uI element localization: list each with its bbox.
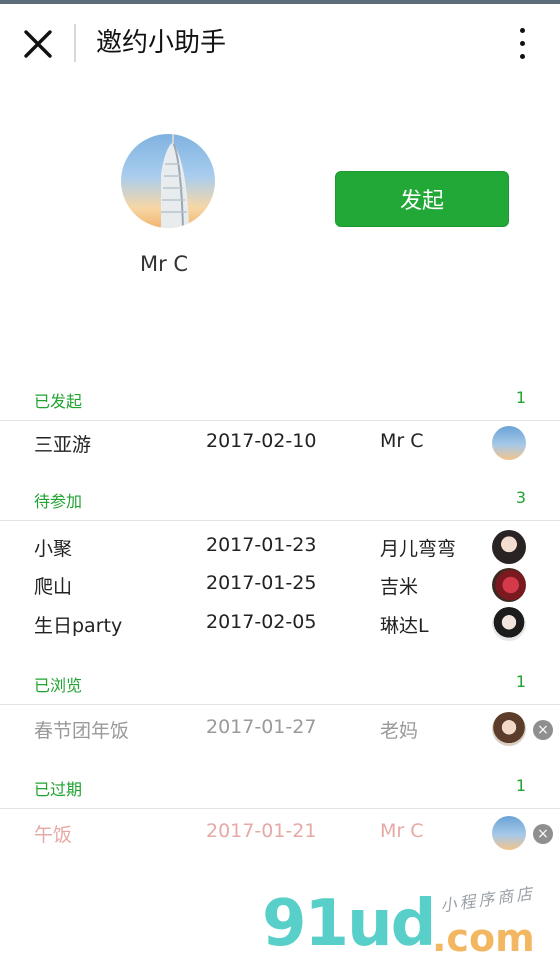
event-user: 琳达L [380,615,429,637]
section-count: 1 [515,672,526,691]
event-name: 爬山 [34,576,73,598]
page-title: 邀约小助手 [96,28,227,58]
nav-divider [74,24,76,62]
user-avatar [492,530,526,564]
event-user: 老妈 [380,720,419,742]
delete-circle-icon[interactable]: × [533,720,553,740]
user-avatar [492,712,526,746]
user-avatar [492,607,526,641]
event-user: 吉米 [380,576,419,598]
event-date: 2017-01-21 [206,820,317,842]
list-item[interactable]: 爬山 2017-01-25 吉米 [0,566,560,604]
event-user: Mr C [380,820,424,842]
section-title: 已浏览 [34,676,83,695]
profile-avatar[interactable] [121,134,215,228]
watermark-brand: 91ud [262,887,436,961]
section-header-viewed: 已浏览 1 [0,664,560,705]
launch-button[interactable]: 发起 [335,171,509,227]
watermark-suffix: .com [432,916,535,960]
section-count: 1 [515,776,526,795]
event-name: 小聚 [34,538,73,560]
section-header-expired: 已过期 1 [0,768,560,809]
event-date: 2017-02-05 [206,611,317,633]
list-item[interactable]: 春节团年饭 2017-01-27 老妈 × [0,710,560,748]
navigation-bar: 邀约小助手 [0,4,560,82]
more-vertical-icon[interactable] [504,22,540,66]
event-name: 三亚游 [34,434,92,456]
event-name: 午饭 [34,824,73,846]
event-date: 2017-01-27 [206,716,317,738]
user-avatar [492,568,526,602]
watermark-tagline: 小程序商店 [439,883,537,916]
section-header-launched: 已发起 1 [0,380,560,421]
list-item[interactable]: 小聚 2017-01-23 月儿弯弯 [0,528,560,566]
event-date: 2017-01-25 [206,572,317,594]
close-icon[interactable] [18,24,58,64]
user-avatar [492,816,526,850]
event-date: 2017-02-10 [206,430,317,452]
list-item[interactable]: 三亚游 2017-02-10 Mr C [0,424,560,462]
event-name: 生日party [34,615,123,637]
section-title: 待参加 [34,492,83,511]
event-name: 春节团年饭 [34,720,130,742]
event-user: 月儿弯弯 [380,538,457,560]
section-count: 1 [515,388,526,407]
section-count: 3 [515,488,526,507]
section-title: 已过期 [34,780,83,799]
event-user: Mr C [380,430,424,452]
section-title: 已发起 [34,392,83,411]
list-item[interactable]: 生日party 2017-02-05 琳达L [0,605,560,643]
profile-name: Mr C [139,252,189,276]
list-item[interactable]: 午饭 2017-01-21 Mr C × [0,814,560,852]
user-avatar [492,426,526,460]
delete-circle-icon[interactable]: × [533,824,553,844]
event-date: 2017-01-23 [206,534,317,556]
section-header-pending: 待参加 3 [0,480,560,521]
